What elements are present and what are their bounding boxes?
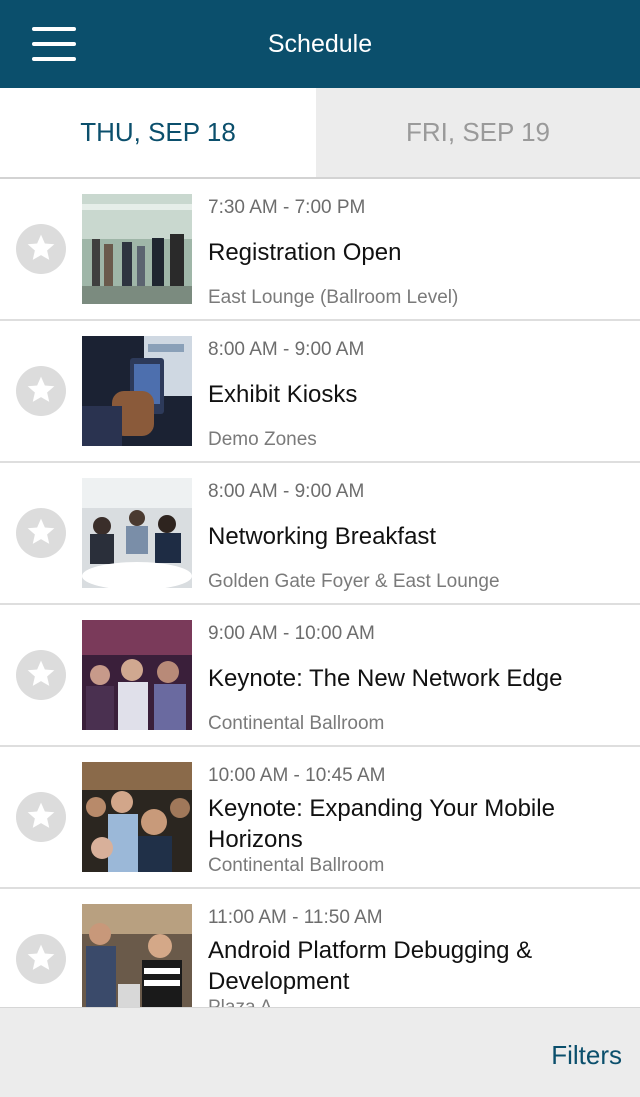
tab-fri-sep-19[interactable]: FRI, SEP 19 [316, 88, 640, 177]
app-header: Schedule [0, 0, 640, 88]
tab-thu-sep-18[interactable]: THU, SEP 18 [0, 88, 316, 177]
session-time: 10:00 AM - 10:45 AM [208, 765, 386, 786]
session-time: 9:00 AM - 10:00 AM [208, 623, 375, 644]
favorite-star-icon[interactable] [16, 792, 66, 842]
session-row[interactable]: 10:00 AM - 10:45 AM Keynote: Expanding Y… [0, 747, 640, 889]
session-thumbnail [82, 194, 192, 304]
session-thumbnail [82, 620, 192, 730]
session-title: Exhibit Kiosks [208, 381, 358, 408]
session-thumbnail [82, 336, 192, 446]
session-row[interactable]: 11:00 AM - 11:50 AM Android Platform Deb… [0, 889, 640, 1007]
session-title: Networking Breakfast [208, 523, 437, 550]
session-location: East Lounge (Ballroom Level) [208, 287, 459, 308]
session-row[interactable]: 8:00 AM - 9:00 AM Exhibit Kiosks Demo Zo… [0, 321, 640, 463]
favorite-star-icon[interactable] [16, 508, 66, 558]
session-title: Android Platform Debugging & Development [208, 937, 533, 995]
session-thumbnail [82, 904, 192, 1007]
session-time: 8:00 AM - 9:00 AM [208, 339, 365, 360]
session-location: Plaza A [208, 997, 272, 1007]
session-time: 11:00 AM - 11:50 AM [208, 907, 383, 928]
session-thumbnail [82, 478, 192, 588]
favorite-star-icon[interactable] [16, 650, 66, 700]
session-title: Keynote: The New Network Edge [208, 665, 563, 692]
session-location: Golden Gate Foyer & East Lounge [208, 571, 500, 592]
day-tabs: THU, SEP 18 FRI, SEP 19 [0, 88, 640, 179]
filters-button[interactable]: Filters [551, 1040, 622, 1071]
session-location: Continental Ballroom [208, 855, 385, 876]
page-title: Schedule [267, 30, 373, 58]
session-list[interactable]: 7:30 AM - 7:00 PM Registration Open East… [0, 179, 640, 1007]
session-time: 7:30 AM - 7:00 PM [208, 197, 366, 218]
session-row[interactable]: 8:00 AM - 9:00 AM Networking Breakfast G… [0, 463, 640, 605]
session-location: Demo Zones [208, 429, 317, 450]
bottom-bar: Filters [0, 1007, 640, 1097]
session-row[interactable]: 9:00 AM - 10:00 AM Keynote: The New Netw… [0, 605, 640, 747]
session-title: Registration Open [208, 239, 402, 266]
session-time: 8:00 AM - 9:00 AM [208, 481, 365, 502]
session-thumbnail [82, 762, 192, 872]
session-location: Continental Ballroom [208, 713, 385, 734]
favorite-star-icon[interactable] [16, 934, 66, 984]
session-title: Keynote: Expanding Your Mobile Horizons [208, 795, 555, 853]
favorite-star-icon[interactable] [16, 224, 66, 274]
session-row[interactable]: 7:30 AM - 7:00 PM Registration Open East… [0, 179, 640, 321]
favorite-star-icon[interactable] [16, 366, 66, 416]
